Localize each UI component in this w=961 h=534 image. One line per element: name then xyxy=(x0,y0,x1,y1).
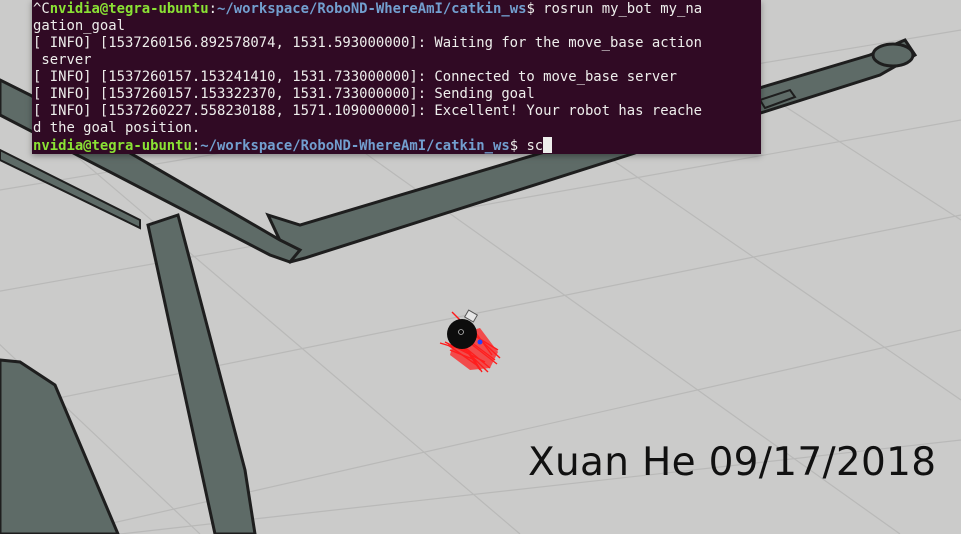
terminal-prompt-line[interactable]: nvidia@tegra-ubuntu:~/workspace/RoboND-W… xyxy=(33,137,761,154)
terminal-line-command: ^Cnvidia@tegra-ubuntu:~/workspace/RoboND… xyxy=(33,1,761,18)
prompt-input[interactable]: $ sc xyxy=(510,138,543,154)
prompt-path: ~/workspace/RoboND-WhereAmI/catkin_ws xyxy=(217,1,527,17)
author-watermark: Xuan He 09/17/2018 xyxy=(528,440,937,485)
rviz-viewport[interactable]: ^Cnvidia@tegra-ubuntu:~/workspace/RoboND… xyxy=(0,0,961,534)
robot-goal-marker xyxy=(477,339,483,345)
terminal-line-5: [ INFO] [1537260157.153241410, 1531.7330… xyxy=(33,69,677,85)
map-wall-end-blob xyxy=(871,42,915,68)
text-cursor xyxy=(543,137,553,153)
prompt-user: nvidia@tegra-ubuntu xyxy=(33,138,192,154)
prompt-command: $ rosrun my_bot my_na xyxy=(526,1,703,17)
prompt-user: nvidia@tegra-ubuntu xyxy=(49,1,209,17)
terminal-window[interactable]: ^Cnvidia@tegra-ubuntu:~/workspace/RoboND… xyxy=(32,0,761,154)
terminal-line-7: [ INFO] [1537260227.558230188, 1571.1090… xyxy=(33,103,703,119)
terminal-line-2: gation_goal xyxy=(33,18,125,34)
prompt-separator: : xyxy=(208,1,218,17)
terminal-line-8: d the goal position. xyxy=(33,120,201,136)
terminal-interrupt: ^C xyxy=(33,1,50,17)
terminal-line-3: [ INFO] [1537260156.892578074, 1531.5930… xyxy=(33,35,703,51)
terminal-line-4: server xyxy=(33,52,92,68)
prompt-path: ~/workspace/RoboND-WhereAmI/catkin_ws xyxy=(200,138,510,154)
map-wall-lower-left xyxy=(0,358,120,534)
terminal-line-6: [ INFO] [1537260157.153322370, 1531.7330… xyxy=(33,86,535,102)
